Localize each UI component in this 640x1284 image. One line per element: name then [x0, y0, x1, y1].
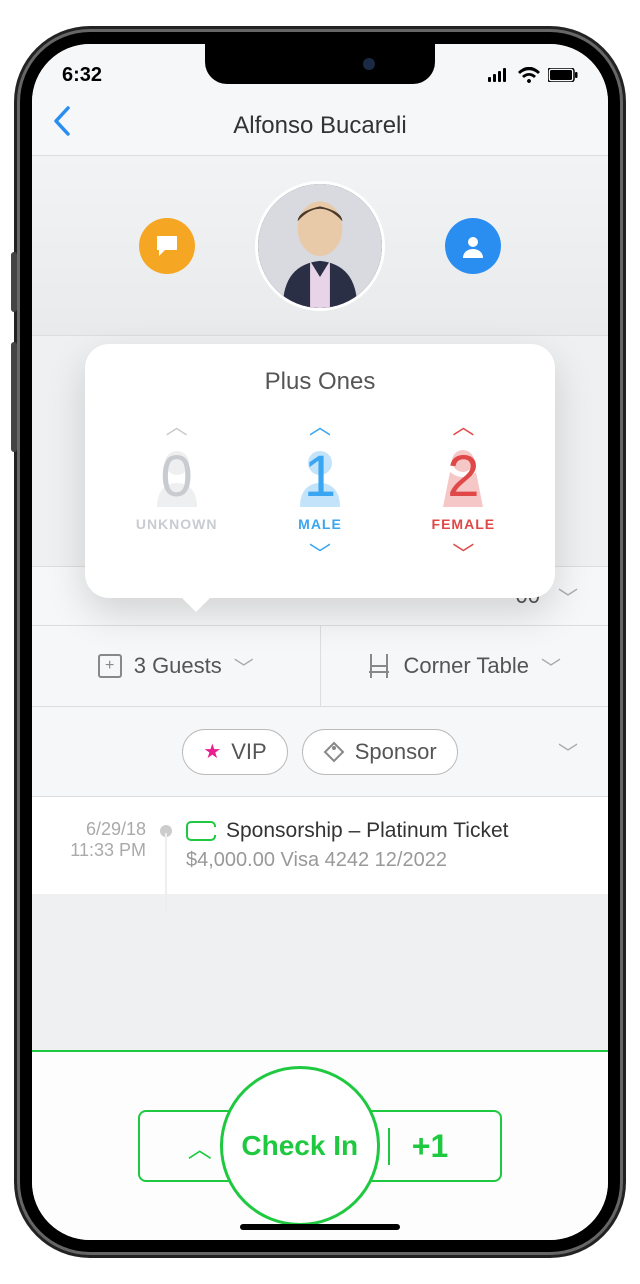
avatar[interactable]	[255, 181, 385, 311]
chevron-up-icon[interactable]: ︿	[162, 412, 192, 442]
ticket-title: Sponsorship – Platinum Ticket	[226, 819, 508, 843]
ticket-timestamp: 6/29/18 11:33 PM	[56, 819, 146, 861]
status-time: 6:32	[62, 64, 102, 87]
chevron-down-icon[interactable]: ﹀	[448, 540, 478, 570]
checkin-control: ︿ Check In +1	[138, 1110, 502, 1182]
popover-title: Plus Ones	[105, 368, 535, 396]
speech-bubble-icon	[153, 232, 181, 260]
chevron-down-icon[interactable]: ﹀	[558, 737, 578, 766]
avatar-image	[258, 184, 382, 308]
male-value: 1	[304, 448, 336, 506]
unknown-value: 0	[161, 448, 193, 506]
unknown-stepper: ︿ 0 UNKNOWN	[106, 412, 248, 570]
plus-box-icon: +	[98, 654, 122, 678]
table-selector[interactable]: Corner Table ﹀	[321, 626, 609, 706]
home-indicator[interactable]	[240, 1224, 400, 1230]
status-icons	[488, 67, 578, 83]
chevron-down-icon: ﹀	[234, 652, 254, 681]
ticket-icon	[186, 821, 216, 841]
male-stepper: ︿ 1 MALE ﹀	[249, 412, 391, 570]
chevron-left-icon	[52, 106, 70, 136]
ticket-subtitle: $4,000.00 Visa 4242 12/2022	[186, 849, 584, 872]
notch	[205, 44, 435, 84]
battery-icon	[548, 68, 578, 82]
vip-tag[interactable]: ★ VIP	[182, 729, 287, 775]
nav-bar: Alfonso Bucareli	[32, 96, 608, 156]
page-title: Alfonso Bucareli	[32, 112, 608, 140]
guests-selector[interactable]: + 3 Guests ﹀	[32, 626, 321, 706]
chevron-down-icon[interactable]: ﹀	[305, 540, 335, 570]
table-label: Corner Table	[403, 653, 529, 679]
checkin-bar: ︿ Check In +1	[32, 1050, 608, 1240]
timeline-line	[165, 833, 167, 913]
checkin-button[interactable]: Check In	[220, 1066, 380, 1226]
vip-label: VIP	[231, 739, 266, 765]
ticket-row[interactable]: 6/29/18 11:33 PM Sponsorship – Platinum …	[32, 797, 608, 894]
chevron-down-icon: ﹀	[541, 652, 561, 681]
sponsor-tag[interactable]: Sponsor	[302, 729, 458, 775]
comment-button[interactable]	[139, 218, 195, 274]
person-icon	[459, 232, 487, 260]
signal-icon	[488, 68, 510, 82]
unknown-label: UNKNOWN	[136, 516, 218, 532]
tags-row: ★ VIP Sponsor ﹀	[32, 707, 608, 797]
chevron-down-icon: ﹀	[558, 582, 578, 611]
star-icon: ★	[203, 739, 221, 764]
chair-icon	[367, 652, 391, 680]
phone-frame: 6:32 Alfonso Bucareli	[20, 32, 620, 1252]
male-label: MALE	[298, 516, 342, 532]
female-stepper: ︿ 2 FEMALE ﹀	[392, 412, 534, 570]
tag-icon	[323, 741, 345, 763]
female-value: 2	[447, 448, 479, 506]
back-button[interactable]	[52, 106, 70, 145]
plus-ones-popover: Plus Ones ︿ 0 UNKNOWN ︿ 1 MALE	[85, 344, 555, 598]
sponsor-label: Sponsor	[355, 739, 437, 765]
screen: 6:32 Alfonso Bucareli	[32, 44, 608, 1240]
guests-label: 3 Guests	[134, 653, 222, 679]
hero-section	[32, 156, 608, 336]
chevron-up-icon[interactable]: ︿	[448, 412, 478, 442]
checkin-plus-one-button[interactable]: +1	[388, 1128, 470, 1165]
profile-button[interactable]	[445, 218, 501, 274]
wifi-icon	[518, 67, 540, 83]
female-label: FEMALE	[432, 516, 496, 532]
chevron-up-icon[interactable]: ︿	[305, 412, 335, 442]
